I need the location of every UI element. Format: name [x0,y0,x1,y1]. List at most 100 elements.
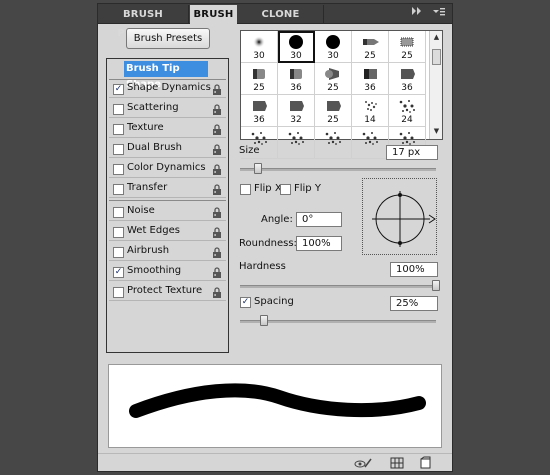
sidebar-item-brush-tip-shape[interactable]: Brush Tip Shape [124,61,208,90]
sidebar-item-protect-texture[interactable]: Protect Texture [107,283,228,301]
brush-spatter-icon [389,97,425,115]
brush-tip-cell[interactable]: 25 [315,63,352,95]
sidebar-item-label: Wet Edges [127,225,180,236]
angle-field[interactable]: 0° [296,212,342,227]
divider [109,137,226,138]
spacing-checkbox[interactable]: ✓ [240,297,251,308]
brush-fan-icon [315,65,351,83]
brush-tip-cell[interactable]: 36 [278,63,315,95]
flip-x-label: Flip X [254,183,282,194]
brush-hard-round-icon [315,33,351,51]
brush-tip-cell[interactable]: 24 [389,95,426,127]
size-slider-thumb[interactable] [253,163,262,174]
brush-size-label: 24 [401,115,413,125]
scroll-thumb[interactable] [432,49,441,65]
sidebar-item-label: Transfer [127,182,168,193]
sidebar-item-shape-dynamics[interactable]: ✓ Shape Dynamics [107,80,228,98]
brush-tip-cell[interactable]: 25 [241,63,278,95]
flip-y-checkbox[interactable] [280,184,291,195]
hardness-field[interactable]: 100% [390,262,438,277]
sidebar-item-texture[interactable]: Texture [107,120,228,138]
sidebar-item-scattering[interactable]: Scattering [107,100,228,118]
lock-icon[interactable] [211,206,223,219]
lock-icon[interactable] [211,103,223,116]
brush-tip-cell[interactable]: 36 [352,63,389,95]
brush-tip-cell[interactable]: 25 [389,31,426,63]
tab-clone-source[interactable]: CLONE SOURCE [238,5,324,39]
panel-menu-icon[interactable] [432,6,446,21]
roundness-field[interactable]: 100% [296,236,342,251]
brush-tip-cell[interactable]: 25 [352,31,389,63]
sidebar-checkbox[interactable] [113,144,124,155]
divider [109,260,226,261]
sidebar-item-transfer[interactable]: Transfer [107,180,228,198]
sidebar-checkbox[interactable] [113,287,124,298]
angle-crosshair-icon [372,191,436,247]
sidebar-item-wet-edges[interactable]: Wet Edges [107,223,228,241]
sidebar-item-label: Shape Dynamics [127,82,211,93]
brush-tip-cell[interactable]: 36 [241,95,278,127]
lock-icon[interactable] [211,123,223,136]
brush-tip-cell[interactable]: 30 [278,31,315,63]
angle-roundness-widget[interactable] [362,178,437,255]
brush-presets-button[interactable]: Brush Presets [126,28,210,49]
brush-spatter-icon [352,129,388,147]
spacing-slider-thumb[interactable] [259,315,268,326]
sidebar-item-label: Smoothing [127,265,182,276]
brush-tip-cell[interactable] [352,127,389,159]
lock-icon[interactable] [211,226,223,239]
sidebar-checkbox[interactable] [113,164,124,175]
lock-icon[interactable] [211,163,223,176]
brush-chalk-icon [389,33,425,51]
sidebar-checkbox[interactable]: ✓ [113,84,124,95]
eye-brush-icon[interactable] [354,456,372,470]
brush-tip-cell[interactable]: 32 [278,95,315,127]
sidebar-checkbox[interactable] [113,124,124,135]
double-chevron-right-icon[interactable] [410,6,424,21]
sidebar-checkbox[interactable]: ✓ [113,267,124,278]
sidebar-item-airbrush[interactable]: Airbrush [107,243,228,261]
sidebar-checkbox[interactable] [113,104,124,115]
spacing-field[interactable]: 25% [390,296,438,311]
sidebar-item-dual-brush[interactable]: Dual Brush [107,140,228,158]
lock-icon[interactable] [211,83,223,96]
flip-x-checkbox[interactable] [240,184,251,195]
panel-footer [98,453,452,471]
brush-tip-cell[interactable]: 25 [315,95,352,127]
lock-icon[interactable] [211,143,223,156]
brush-tip-cell[interactable]: 30 [241,31,278,63]
new-preset-icon[interactable] [418,456,432,470]
brush-size-label: 25 [327,83,339,93]
brush-tip-cell[interactable]: 30 [315,31,352,63]
grid-icon[interactable] [390,456,404,470]
brush-size-label: 25 [364,51,376,61]
sidebar-checkbox[interactable] [113,184,124,195]
hardness-slider-track [240,285,436,288]
sidebar-checkbox[interactable] [113,247,124,258]
sidebar-checkbox[interactable] [113,207,124,218]
brush-tip-cell[interactable] [315,127,352,159]
lock-icon[interactable] [211,246,223,259]
sidebar-item-noise[interactable]: Noise [107,203,228,221]
sidebar-checkbox[interactable] [113,227,124,238]
lock-icon[interactable] [211,266,223,279]
brush-marker-icon [352,65,388,83]
scroll-down-icon[interactable]: ▼ [432,127,441,135]
lock-icon[interactable] [211,183,223,196]
hardness-slider-thumb[interactable] [432,280,440,291]
brush-tip-cell[interactable]: 14 [352,95,389,127]
brush-brush-side-icon [241,65,277,83]
tab-brush-presets[interactable]: BRUSH PRESETS [98,5,189,39]
sidebar-item-smoothing[interactable]: ✓ Smoothing [107,263,228,281]
brush-bristle-icon [352,97,388,115]
brush-tip-cell[interactable]: 36 [389,63,426,95]
size-field[interactable]: 17 px [386,145,438,160]
divider [109,197,226,198]
tab-brush[interactable]: BRUSH [190,5,237,25]
lock-icon[interactable] [211,286,223,299]
brush-tip-cell[interactable] [278,127,315,159]
scroll-up-icon[interactable]: ▲ [432,33,441,41]
divider [109,220,226,221]
sidebar-item-color-dynamics[interactable]: Color Dynamics [107,160,228,178]
brush-grid-scrollbar[interactable]: ▲ ▼ [429,31,442,139]
